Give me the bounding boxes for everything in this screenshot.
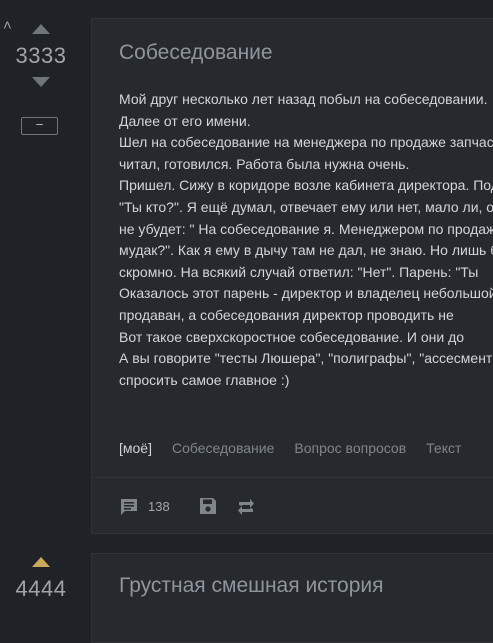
story-text-line: Вот такое сверхскоростное собеседование.… (119, 328, 465, 345)
vote-column: 3333 − (0, 0, 82, 140)
story-text-line: Пришел. Сижу в коридоре возле кабинета д… (119, 177, 493, 194)
comment-icon[interactable] (119, 497, 139, 522)
story-text-line: А вы говорите "тесты Люшера", "полиграфы… (119, 350, 493, 367)
story-text-line: Оказалось этот парень - директор и владе… (119, 285, 493, 302)
tag-link[interactable]: Вопрос вопросов (294, 440, 406, 456)
repost-icon[interactable] (235, 497, 257, 522)
story-title[interactable]: Грустная смешная история (119, 574, 384, 598)
upvote-arrow-icon[interactable] (32, 557, 50, 567)
downvote-arrow-icon[interactable] (32, 77, 50, 87)
story-card: Собеседование Мой друг несколько лет наз… (91, 18, 493, 534)
story-text-line: не убудет: " На собеседование я. Менедже… (119, 220, 493, 237)
story-text-line: читал, готовился. Работа была нужна очен… (119, 155, 410, 172)
story-body: Мой друг несколько лет назад побыл на со… (119, 89, 493, 391)
story-text-line: продаван, а собеседования директор прово… (119, 306, 454, 323)
story-text-line: Мой друг несколько лет назад побыл на со… (119, 91, 488, 107)
story-text-line: спросить самое главное :) (119, 371, 290, 388)
story-text-line: Далее от его имени. (119, 112, 251, 129)
upvote-arrow-icon[interactable] (32, 24, 50, 34)
post-rating: 3333 (15, 43, 67, 68)
tag-link[interactable]: Собеседование (172, 440, 274, 456)
story-card: Грустная смешная история (91, 553, 493, 643)
divider (92, 477, 493, 478)
post-rating: 4444 (15, 576, 67, 601)
minus-button[interactable]: − (21, 117, 58, 135)
story-text-line: "Ты кто?". Я ещё думал, отвечает ему или… (119, 198, 493, 215)
tag-mine[interactable]: [моё] (119, 440, 152, 456)
story-text-line: скромно. На всякий случай ответил: "Нет"… (119, 263, 479, 280)
story-title[interactable]: Собеседование (119, 41, 273, 65)
tag-list: [моё] Собеседование Вопрос вопросов Текст (119, 440, 481, 456)
story-text-line: Шел на собеседование на менеджера по про… (119, 134, 493, 151)
comment-count[interactable]: 138 (148, 499, 170, 514)
vote-column: 4444 (0, 540, 82, 626)
save-icon[interactable] (199, 497, 217, 520)
tag-link[interactable]: Текст (426, 440, 461, 456)
story-text-line: мудак?". Как я ему в дычу там не дал, не… (119, 242, 493, 259)
